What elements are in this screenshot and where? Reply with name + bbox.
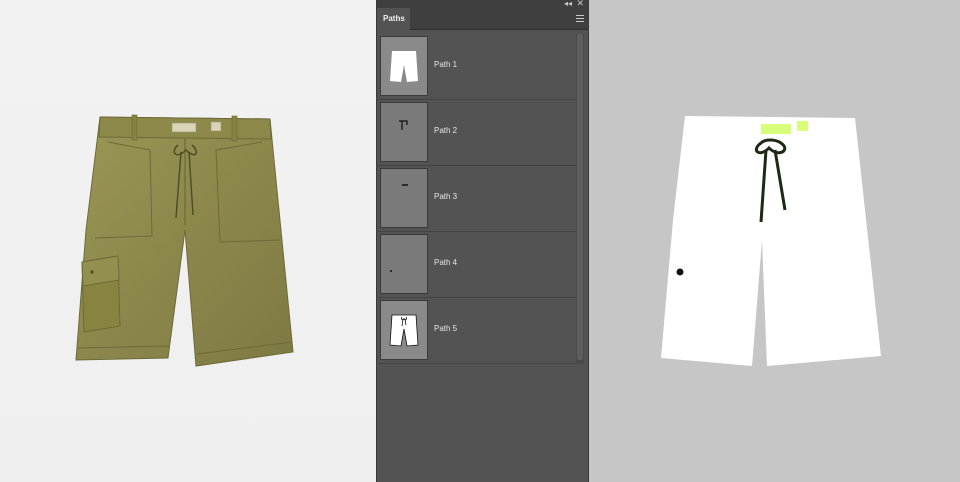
path-row-4[interactable]: Path 4 [378,232,576,298]
tab-paths[interactable]: Paths [377,8,410,30]
path-thumbnail [380,168,428,228]
close-panel-icon[interactable]: ✕ [576,0,584,8]
white-shorts-mask-image [661,116,881,366]
label-mark-icon [399,120,408,130]
scrollbar-thumb[interactable] [577,34,583,360]
path-thumbnail [380,234,428,294]
small-mark-icon [402,184,408,186]
path-label: Path 1 [434,60,458,69]
path-label: Path 3 [434,192,458,201]
original-image-canvas[interactable] [0,0,376,482]
paths-panel: ◂◂ ✕ Paths Path 1 Path 2 Path 3 Path 4 P… [376,0,589,482]
path-label: Path 4 [434,258,458,267]
path-row-5[interactable]: Path 5 [378,298,576,364]
path-row-2[interactable]: Path 2 [378,100,576,166]
panel-tab-bar: Paths [377,8,588,30]
panel-scrollbar[interactable] [576,34,584,364]
path-row-3[interactable]: Path 3 [378,166,576,232]
shorts-drawstring-icon [389,314,419,347]
path-label: Path 2 [434,126,458,135]
collapse-panel-icon[interactable]: ◂◂ [564,0,572,8]
dot-icon [390,270,392,272]
hamburger-menu-icon[interactable] [576,15,584,22]
path-thumbnail [380,300,428,360]
path-row-1[interactable]: Path 1 [378,34,576,100]
path-label: Path 5 [434,324,458,333]
path-thumbnail [380,102,428,162]
panel-empty-area [377,364,588,482]
shorts-silhouette-icon [390,51,418,82]
path-thumbnail [380,36,428,96]
olive-cargo-shorts-image [75,114,294,367]
mask-preview-canvas[interactable] [589,0,960,482]
path-list: Path 1 Path 2 Path 3 Path 4 Path 5 [378,34,576,364]
panel-title-bar: ◂◂ ✕ [377,0,588,8]
